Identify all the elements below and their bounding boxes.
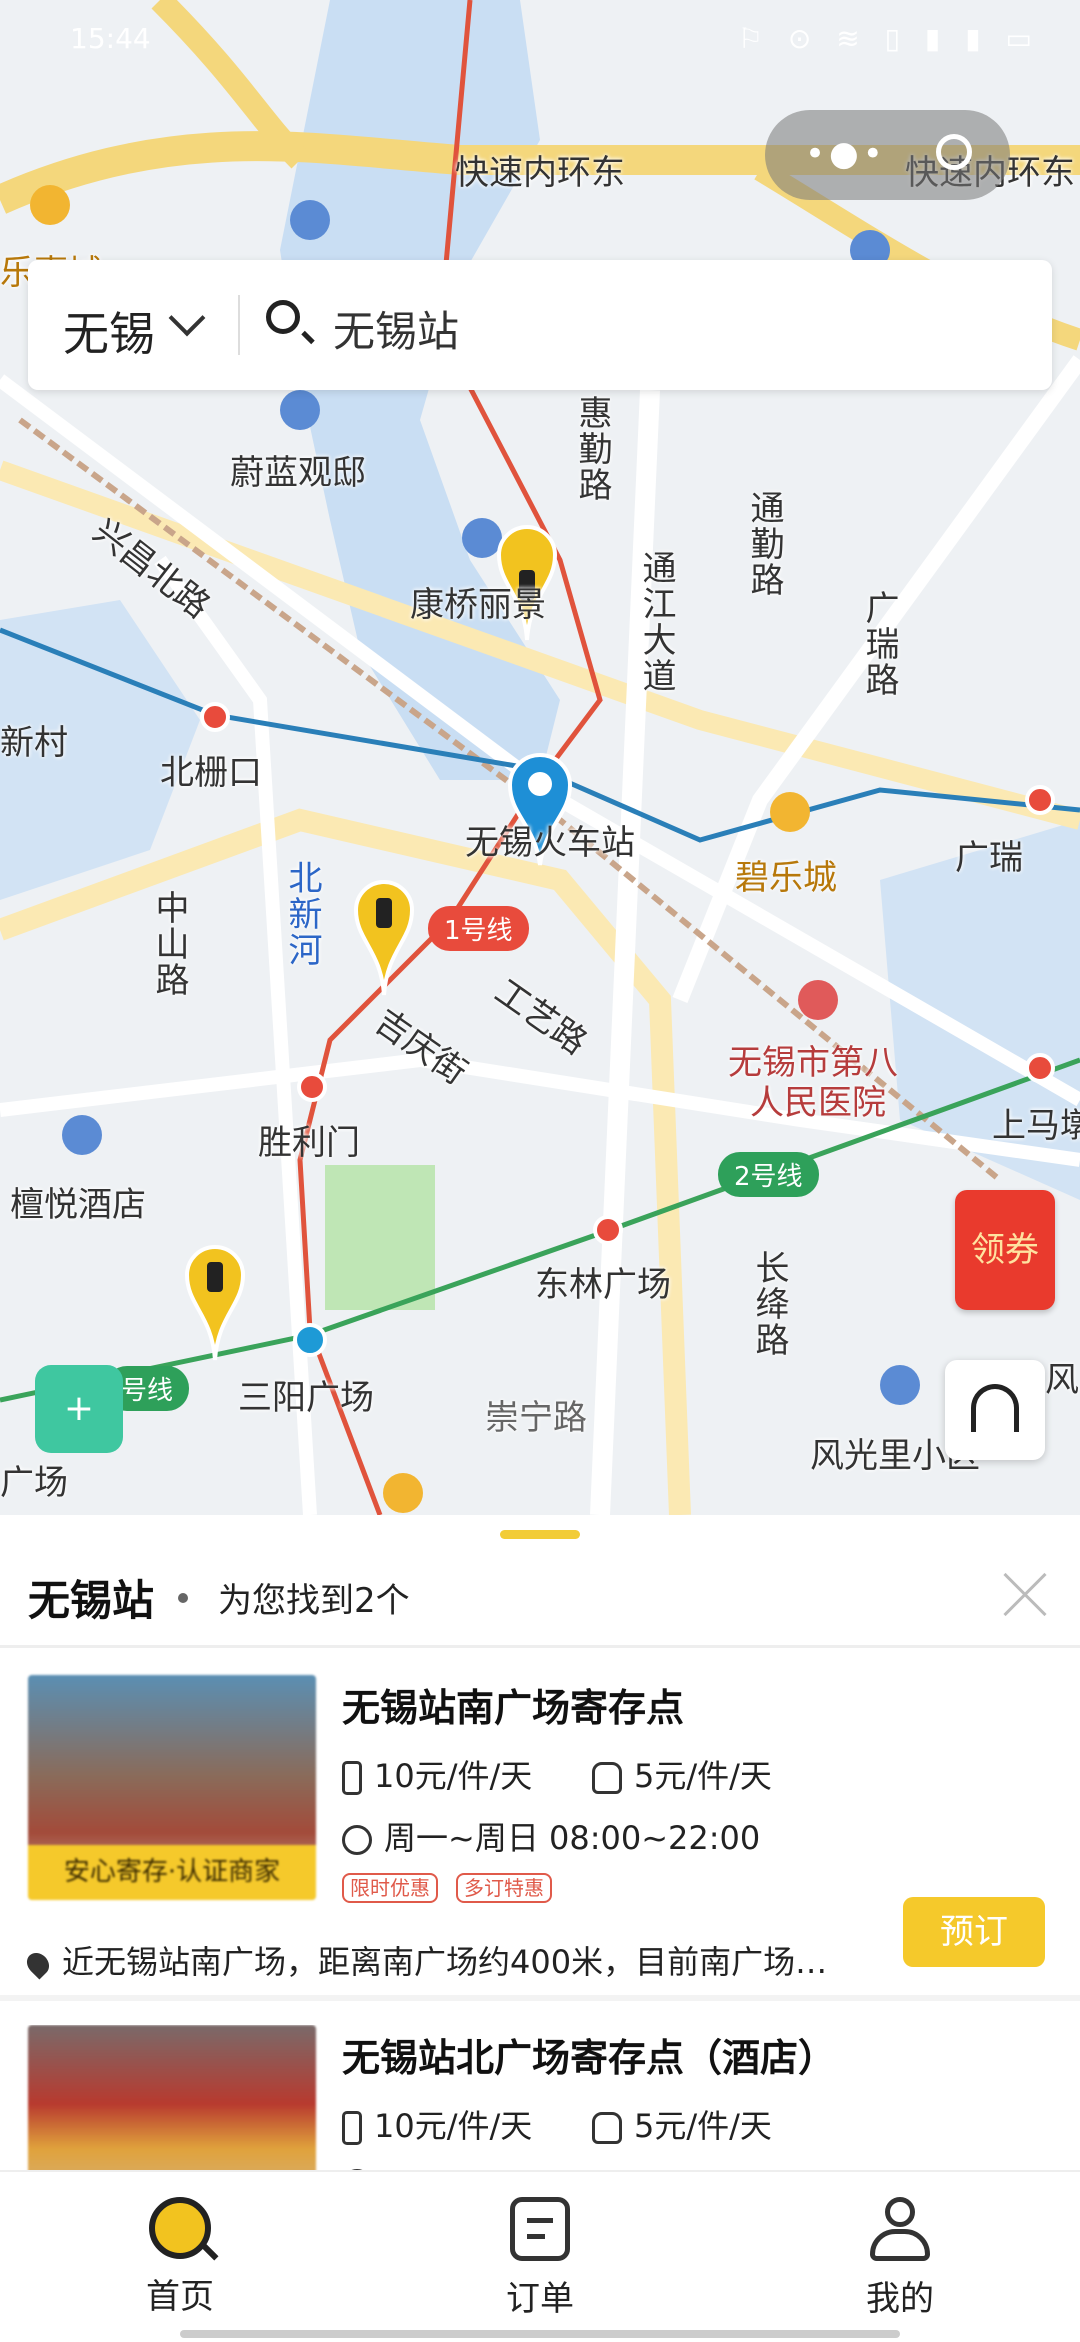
close-icon[interactable] bbox=[1000, 1570, 1050, 1620]
divider bbox=[0, 1995, 1080, 2001]
promo-tag: 限时优惠 bbox=[342, 1873, 438, 1903]
shield-plus-icon: + bbox=[63, 1388, 95, 1429]
promo-tag: 多订特惠 bbox=[456, 1873, 552, 1903]
map-label: 长绛路 bbox=[749, 1250, 789, 1358]
map-label: 惠勤路 bbox=[572, 395, 612, 503]
safety-shield-button[interactable]: + bbox=[35, 1365, 123, 1453]
map-label: 崇宁路 bbox=[485, 1398, 587, 1438]
map-label: 三阳广场 bbox=[238, 1378, 374, 1418]
clock-icon bbox=[342, 1825, 372, 1855]
map-label: 无锡火车站 bbox=[465, 823, 635, 863]
user-icon bbox=[868, 2197, 932, 2261]
map-label: 通勤路 bbox=[744, 490, 784, 598]
close-miniprogram-icon[interactable] bbox=[936, 134, 972, 170]
map-label: 北新河 bbox=[282, 860, 322, 968]
map-label: 檀悦酒店 bbox=[10, 1185, 146, 1225]
map-label: 广瑞路 bbox=[859, 590, 899, 698]
map-label: 广场 bbox=[0, 1463, 68, 1503]
map-label: 上马墩 bbox=[992, 1106, 1080, 1146]
divider bbox=[0, 1645, 1080, 1648]
backpack-icon bbox=[592, 2112, 622, 2144]
results-title: 无锡站 bbox=[28, 1576, 155, 1625]
certified-label: 安心寄存·认证商家 bbox=[28, 1845, 316, 1900]
opening-hours bbox=[342, 2163, 384, 2170]
opening-hours: 周一~周日 08:00~22:00 bbox=[342, 1813, 760, 1859]
headset-icon bbox=[971, 1384, 1019, 1432]
luggage-icon bbox=[342, 2111, 362, 2145]
book-button[interactable]: 预订 bbox=[903, 1897, 1045, 1967]
luggage-pin-icon[interactable] bbox=[353, 880, 415, 996]
status-icons: ⚐ ⊙ ≋ ▯ ▮ ▮ ▭ bbox=[737, 22, 1040, 55]
map-label: 中山路 bbox=[149, 890, 189, 998]
map-label: 通江大道 bbox=[636, 550, 676, 694]
bottom-tab-bar: 首页 订单 我的 bbox=[0, 2170, 1080, 2342]
tab-home[interactable]: 首页 bbox=[80, 2197, 280, 2318]
map-label: 康桥丽景 bbox=[410, 585, 546, 625]
storage-address: 近无锡站南广场，距离南广场约400米，目前南广场… bbox=[22, 1937, 828, 1983]
customer-service-button[interactable] bbox=[945, 1360, 1045, 1460]
map-label: 北栅口 bbox=[160, 753, 262, 793]
separator-dot bbox=[178, 1593, 188, 1603]
map-label: 东林广场 bbox=[535, 1265, 671, 1305]
luggage-price: 10元/件/天 bbox=[374, 2107, 533, 2145]
search-input[interactable]: 无锡站 bbox=[333, 298, 459, 359]
map-label: 风 bbox=[1045, 1360, 1079, 1400]
status-time: 15:44 bbox=[70, 22, 151, 55]
metro-line-badge: 1号线 bbox=[428, 906, 529, 951]
storage-card[interactable]: 安心寄存·认证商家 无锡站南广场寄存点 10元/件/天 5元/件/天 周一~周日… bbox=[0, 1675, 1080, 1995]
storage-photo: 安心寄存·认证商家 bbox=[28, 1675, 316, 1900]
miniprogram-capsule[interactable]: •●• bbox=[765, 110, 1010, 200]
city-selector[interactable]: 无锡 bbox=[63, 298, 155, 364]
storage-name: 无锡站北广场寄存点（酒店） bbox=[342, 2036, 837, 2080]
map-label: 蔚蓝观邸 bbox=[230, 453, 366, 493]
search-icon bbox=[266, 300, 300, 334]
bag-price: 5元/件/天 bbox=[634, 1757, 772, 1795]
tab-label: 首页 bbox=[146, 2277, 214, 2317]
location-pin-icon bbox=[22, 1948, 54, 1980]
map-label: 胜利门 bbox=[258, 1123, 360, 1163]
map-label: 广瑞 bbox=[955, 838, 1023, 878]
bag-price: 5元/件/天 bbox=[634, 2107, 772, 2145]
storage-name: 无锡站南广场寄存点 bbox=[342, 1686, 685, 1730]
luggage-price: 10元/件/天 bbox=[374, 1757, 533, 1795]
search-home-icon bbox=[149, 2197, 211, 2259]
red-packet-coupon-button[interactable]: 领券 bbox=[955, 1190, 1055, 1310]
results-sheet: 无锡站 为您找到2个 安心寄存·认证商家 无锡站南广场寄存点 10元/件/天 5… bbox=[0, 1515, 1080, 2170]
search-bar: 无锡 无锡站 bbox=[28, 260, 1052, 390]
address-text: 近无锡站南广场，距离南广场约400米，目前南广场… bbox=[62, 1943, 828, 1981]
storage-photo bbox=[28, 2025, 316, 2170]
tab-label: 我的 bbox=[866, 2279, 934, 2319]
backpack-icon bbox=[592, 1762, 622, 1794]
chevron-down-icon[interactable] bbox=[168, 299, 206, 337]
search-divider bbox=[238, 295, 240, 355]
map-label: 新村 bbox=[0, 723, 68, 763]
hours-text: 周一~周日 08:00~22:00 bbox=[384, 1819, 761, 1857]
order-icon bbox=[510, 2197, 570, 2261]
coupon-label: 领券 bbox=[971, 1230, 1039, 1270]
status-bar: 15:44 ⚐ ⊙ ≋ ▯ ▮ ▮ ▭ bbox=[0, 0, 1080, 80]
results-count: 为您找到2个 bbox=[218, 1581, 410, 1621]
more-dots-icon[interactable]: •●• bbox=[805, 134, 887, 174]
map-view[interactable]: 快速内环东 快速内环东 乐嘉城 蔚蓝观邸 兴昌北路 惠勤路 通江大道 通勤路 康… bbox=[0, 0, 1080, 1515]
home-indicator bbox=[180, 2330, 900, 2338]
map-label: 人民医院 bbox=[750, 1083, 886, 1123]
tab-label: 订单 bbox=[506, 2279, 574, 2319]
luggage-pin-icon[interactable] bbox=[184, 1245, 246, 1361]
map-label: 快速内环东 bbox=[455, 153, 625, 193]
tab-profile[interactable]: 我的 bbox=[800, 2197, 1000, 2320]
sheet-drag-handle[interactable] bbox=[500, 1530, 580, 1539]
luggage-icon bbox=[342, 1761, 362, 1795]
tab-orders[interactable]: 订单 bbox=[440, 2197, 640, 2320]
map-label: 碧乐城 bbox=[735, 858, 837, 898]
storage-card[interactable]: 无锡站北广场寄存点（酒店） 10元/件/天 5元/件/天 bbox=[0, 2025, 1080, 2170]
metro-line-badge: 2号线 bbox=[718, 1152, 819, 1197]
